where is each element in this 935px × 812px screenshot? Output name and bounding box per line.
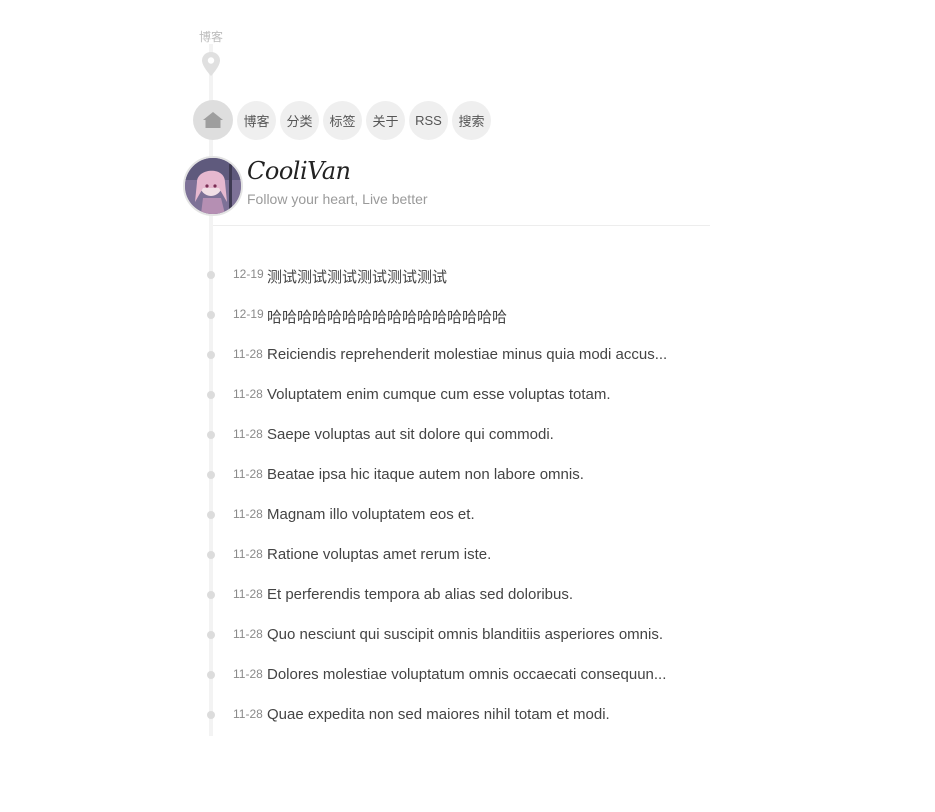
list-item: 11-28 Reiciendis reprehenderit molestiae… [0, 336, 935, 376]
post-title-link[interactable]: Saepe voluptas aut sit dolore qui commod… [267, 426, 554, 443]
post-date: 11-28 [233, 627, 263, 641]
list-item: 11-28 Voluptatem enim cumque cum esse vo… [0, 376, 935, 416]
timeline-dot [207, 551, 215, 559]
nav-home-button[interactable] [193, 100, 233, 140]
post-date: 11-28 [233, 587, 263, 601]
timeline-dot [207, 271, 215, 279]
timeline-dot [207, 431, 215, 439]
post-date: 11-28 [233, 427, 263, 441]
post-list: 12-19 测试测试测试测试测试测试 12-19 哈哈哈哈哈哈哈哈哈哈哈哈哈哈哈… [0, 256, 935, 736]
post-date: 11-28 [233, 667, 263, 681]
site-title[interactable]: CooliVan [247, 157, 351, 185]
post-date: 11-28 [233, 467, 263, 481]
avatar-image [185, 158, 241, 214]
list-item: 11-28 Ratione voluptas amet rerum iste. [0, 536, 935, 576]
post-title-link[interactable]: Voluptatem enim cumque cum esse voluptas… [267, 386, 611, 403]
timeline-dot [207, 671, 215, 679]
page: 博客 博客 分类 标签 关于 RSS 搜索 CooliVan Follow yo… [0, 0, 935, 812]
post-title-link[interactable]: Et perferendis tempora ab alias sed dolo… [267, 586, 573, 603]
post-date: 12-19 [233, 307, 264, 321]
site-label: 博客 [198, 30, 223, 44]
post-date: 11-28 [233, 347, 263, 361]
location-pin-icon [202, 52, 220, 76]
avatar[interactable] [183, 156, 243, 216]
list-item: 12-19 测试测试测试测试测试测试 [0, 256, 935, 296]
nav-item-blog[interactable]: 博客 [237, 100, 276, 140]
nav-item-rss[interactable]: RSS [409, 100, 448, 140]
divider [213, 225, 710, 226]
post-date: 11-28 [233, 547, 263, 561]
timeline-dot [207, 631, 215, 639]
post-date: 11-28 [233, 507, 263, 521]
list-item: 11-28 Magnam illo voluptatem eos et. [0, 496, 935, 536]
nav-item-tags[interactable]: 标签 [323, 100, 362, 140]
post-title-link[interactable]: 测试测试测试测试测试测试 [267, 266, 447, 287]
post-title-link[interactable]: Reiciendis reprehenderit molestiae minus… [267, 346, 667, 363]
timeline-dot [207, 711, 215, 719]
list-item: 11-28 Et perferendis tempora ab alias se… [0, 576, 935, 616]
post-date: 11-28 [233, 387, 263, 401]
post-title-link[interactable]: Beatae ipsa hic itaque autem non labore … [267, 466, 584, 483]
nav-item-about[interactable]: 关于 [366, 100, 405, 140]
list-item: 11-28 Dolores molestiae voluptatum omnis… [0, 656, 935, 696]
list-item: 11-28 Quo nesciunt qui suscipit omnis bl… [0, 616, 935, 656]
timeline-dot [207, 311, 215, 319]
list-item: 11-28 Beatae ipsa hic itaque autem non l… [0, 456, 935, 496]
post-date: 12-19 [233, 267, 264, 281]
main-nav: 博客 分类 标签 关于 RSS 搜索 [193, 100, 491, 140]
post-title-link[interactable]: 哈哈哈哈哈哈哈哈哈哈哈哈哈哈哈哈 [267, 306, 507, 327]
post-title-link[interactable]: Quo nesciunt qui suscipit omnis blanditi… [267, 626, 663, 643]
list-item: 11-28 Quae expedita non sed maiores nihi… [0, 696, 935, 736]
list-item: 11-28 Saepe voluptas aut sit dolore qui … [0, 416, 935, 456]
nav-item-search[interactable]: 搜索 [452, 100, 491, 140]
home-icon [203, 112, 223, 128]
nav-item-categories[interactable]: 分类 [280, 100, 319, 140]
post-title-link[interactable]: Quae expedita non sed maiores nihil tota… [267, 706, 610, 723]
site-subtitle: Follow your heart, Live better [247, 191, 428, 207]
timeline-dot [207, 591, 215, 599]
timeline-dot [207, 391, 215, 399]
timeline-dot [207, 351, 215, 359]
post-title-link[interactable]: Magnam illo voluptatem eos et. [267, 506, 475, 523]
timeline-dot [207, 511, 215, 519]
post-date: 11-28 [233, 707, 263, 721]
post-title-link[interactable]: Dolores molestiae voluptatum omnis occae… [267, 666, 666, 683]
list-item: 12-19 哈哈哈哈哈哈哈哈哈哈哈哈哈哈哈哈 [0, 296, 935, 336]
post-title-link[interactable]: Ratione voluptas amet rerum iste. [267, 546, 491, 563]
timeline-dot [207, 471, 215, 479]
